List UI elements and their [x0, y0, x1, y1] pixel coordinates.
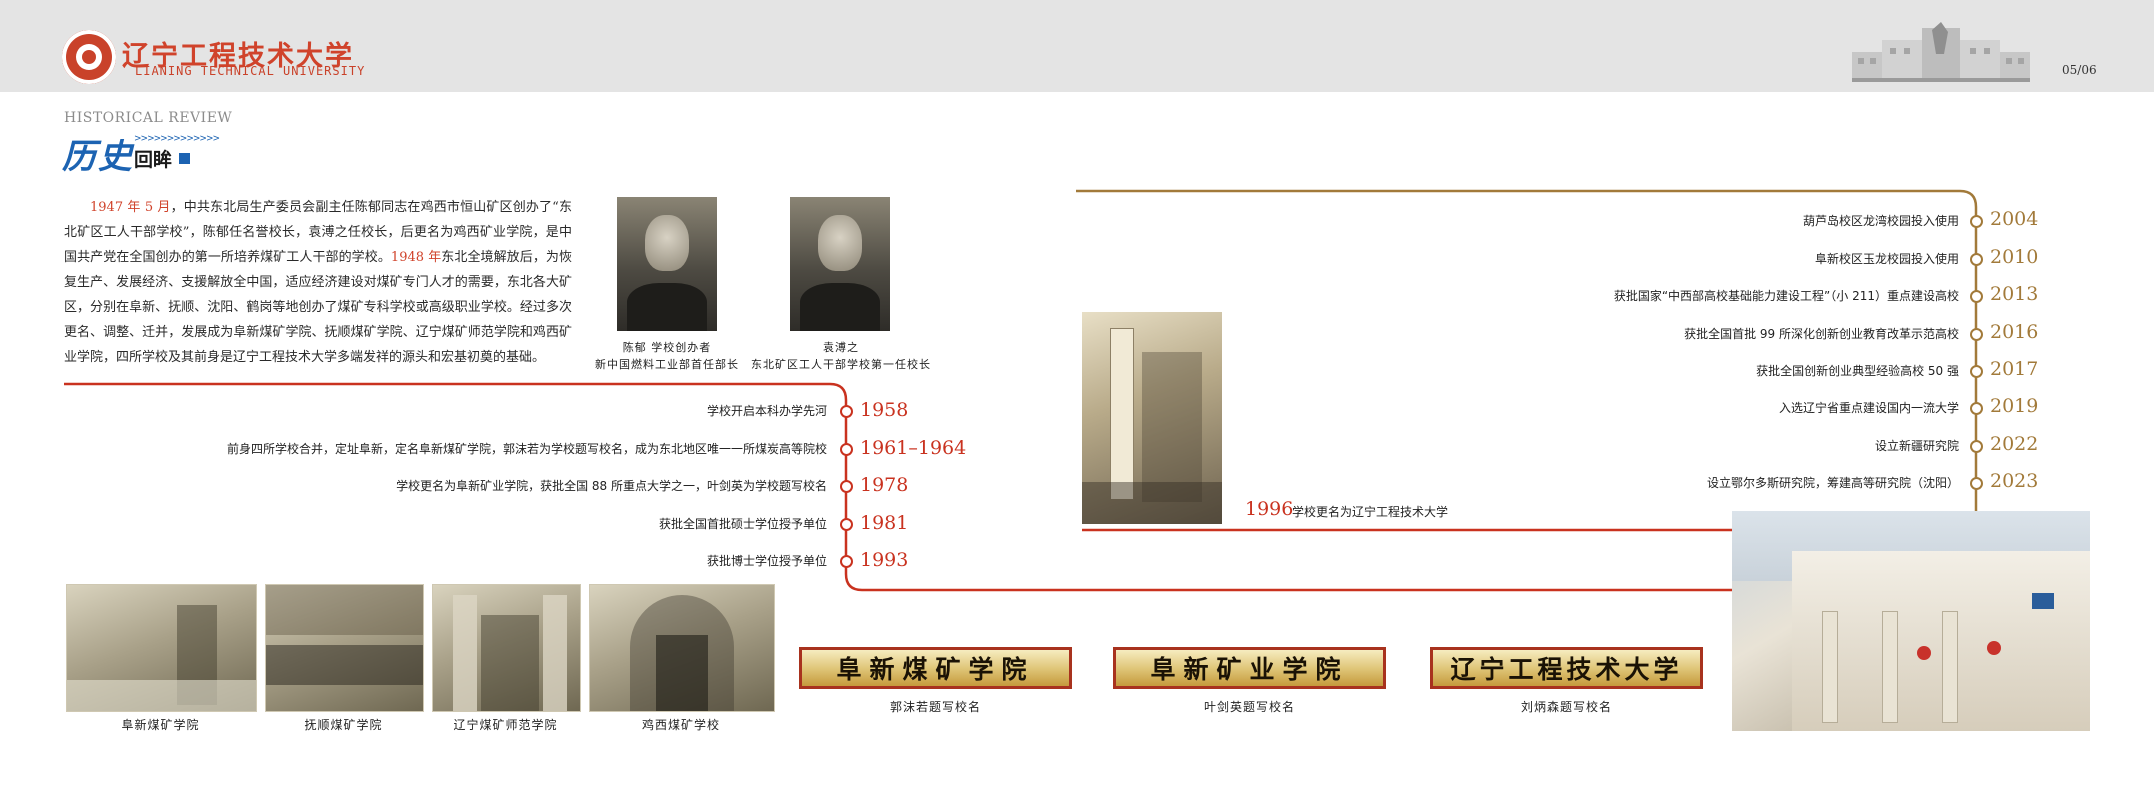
timeline-left-dot [840, 480, 853, 493]
plaque-caption: 刘炳森题写校名 [1520, 700, 1612, 714]
timeline-left-label: 获批全国首批硕士学位授予单位 [658, 517, 827, 531]
timeline-right-dot [1970, 440, 1983, 453]
timeline-left-label: 前身四所学校合并，定址阜新，定名阜新煤矿学院，郭沫若为学校题写校名，成为东北地区… [226, 442, 827, 456]
timeline-right-year: 2010 [1990, 246, 2039, 268]
timeline-left-label: 获批博士学位授予单位 [706, 554, 827, 568]
photo-caption: 鸡西煤矿学校 [641, 718, 720, 732]
timeline-left-dot [840, 518, 853, 531]
photo-fushun-coal-college [265, 584, 424, 712]
timeline-right-year: 2004 [1990, 208, 2039, 230]
timeline-right-label: 葫芦岛校区龙湾校园投入使用 [1802, 214, 1959, 228]
timeline-right-label: 获批全国首批 99 所深化创新创业教育改革示范高校 [1684, 327, 1959, 341]
calligraphy-plaque-fuxin-coal: 阜新煤矿学院 [799, 647, 1072, 689]
calligraphy-plaque-fuxin-mining: 阜新矿业学院 [1113, 647, 1386, 689]
timeline-left-label: 学校开启本科办学先河 [706, 404, 827, 418]
milestone-1996-label: 学校更名为辽宁工程技术大学 [1292, 505, 1449, 519]
photo-caption: 辽宁煤矿师范学院 [453, 718, 558, 732]
calligraphy-plaque-lntu: 辽宁工程技术大学 [1430, 647, 1703, 689]
timeline-right-year: 2013 [1990, 283, 2039, 305]
timeline-right-label: 设立鄂尔多斯研究院，筹建高等研究院（沈阳） [1706, 476, 1959, 490]
timeline-right-year: 2017 [1990, 358, 2039, 380]
timeline-left-dot [840, 555, 853, 568]
timeline-left-year: 1978 [860, 474, 909, 496]
photo-caption: 阜新煤矿学院 [121, 718, 200, 732]
timeline-right-year: 2023 [1990, 470, 2039, 492]
timeline-right-dot [1970, 402, 1983, 415]
photo-caption: 抚顺煤矿学院 [304, 718, 383, 732]
timeline-left-dot [840, 405, 853, 418]
milestone-1996-year: 1996 [1245, 498, 1294, 520]
timeline-left-dot [840, 443, 853, 456]
timeline-right-label: 获批全国创新创业典型经验高校 50 强 [1756, 364, 1959, 378]
timeline-right-dot [1970, 328, 1983, 341]
timeline-right-dot [1970, 290, 1983, 303]
timeline-right-year: 2022 [1990, 433, 2039, 455]
timeline-right-label: 获批国家“中西部高校基础能力建设工程”（小 211）重点建设高校 [1613, 289, 1959, 303]
timeline-right-year: 2016 [1990, 321, 2039, 343]
timeline-right-dot [1970, 253, 1983, 266]
timeline-right-year: 2019 [1990, 395, 2039, 417]
timeline-right-dot [1970, 215, 1983, 228]
campus-photo [1732, 511, 2090, 731]
photo-1996-gate [1082, 312, 1222, 524]
photo-jixi-coal-school [589, 584, 775, 712]
timeline-right-label: 设立新疆研究院 [1874, 439, 1959, 453]
plaque-caption: 叶剑英题写校名 [1203, 700, 1295, 714]
timeline-left-year: 1993 [860, 549, 909, 571]
plaque-caption: 郭沫若题写校名 [889, 700, 981, 714]
timeline-left-year: 1958 [860, 399, 909, 421]
timeline-right-dot [1970, 477, 1983, 490]
timeline-left-year: 1961–1964 [860, 437, 967, 459]
timeline-right-dot [1970, 365, 1983, 378]
timeline-right-label: 入选辽宁省重点建设国内一流大学 [1778, 401, 1959, 415]
timeline-left-label: 学校更名为阜新矿业学院，获批全国 88 所重点大学之一，叶剑英为学校题写校名 [396, 479, 827, 493]
timeline-right-label: 阜新校区玉龙校园投入使用 [1814, 252, 1959, 266]
photo-fuxin-coal-college [66, 584, 257, 712]
timeline-left-year: 1981 [860, 512, 909, 534]
photo-liaoning-coal-normal-college [432, 584, 581, 712]
